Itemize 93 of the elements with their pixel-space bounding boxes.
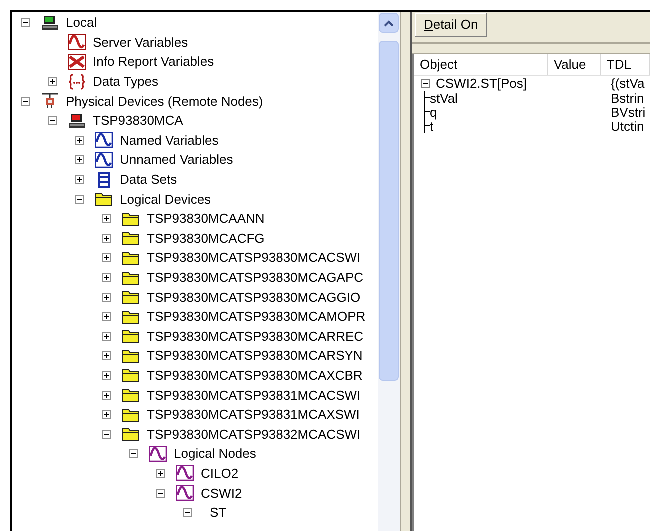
tree-item-label[interactable]: Data Sets xyxy=(120,173,178,186)
collapse-icon[interactable] xyxy=(21,18,30,28)
collapse-icon[interactable] xyxy=(75,194,84,204)
collapse-icon[interactable] xyxy=(129,449,138,458)
tree-item-label[interactable]: CSWI2 xyxy=(201,486,242,500)
expand-icon[interactable] xyxy=(102,292,111,302)
folder-icon xyxy=(122,426,140,442)
wave-icon xyxy=(95,152,113,168)
tree-item-label[interactable]: Info Report Variables xyxy=(93,55,214,68)
scrollbar[interactable] xyxy=(378,12,400,531)
collapse-icon[interactable] xyxy=(421,79,430,88)
expand-icon[interactable] xyxy=(48,77,57,86)
table-cell-text: Bstrin xyxy=(610,92,644,104)
expand-icon[interactable] xyxy=(102,214,111,224)
tree-item-label[interactable]: Data Types xyxy=(93,75,159,88)
computer-icon xyxy=(41,14,59,31)
tree-item-label[interactable]: CILO2 xyxy=(201,466,239,480)
folder-icon xyxy=(122,348,140,364)
object-name: q xyxy=(430,106,438,118)
cross-wave-icon xyxy=(68,54,86,70)
tree-item-label[interactable]: TSP93830MCATSP93830MCAXCBR xyxy=(147,368,363,382)
folder-icon xyxy=(122,328,140,344)
tree-item-label[interactable]: TSP93830MCATSP93831MCAXSWI xyxy=(147,408,360,422)
tree-item-label[interactable]: TSP93830MCA xyxy=(93,114,184,128)
tree-item-label[interactable]: TSP93830MCATSP93830MCAGGIO xyxy=(147,290,361,304)
tree-item-label[interactable]: Server Variables xyxy=(93,36,188,49)
tree-item-label[interactable]: TSP93830MCATSP93830MCAMOPR xyxy=(147,310,366,324)
expand-icon[interactable] xyxy=(102,273,111,282)
tree-item-label[interactable]: Named Variables xyxy=(120,134,219,147)
wave-icon xyxy=(95,132,113,148)
table-cell-text: BVstri xyxy=(610,106,646,118)
expand-icon[interactable] xyxy=(102,253,111,262)
folder-icon xyxy=(95,191,113,208)
tree-item-label[interactable]: TSP93830MCATSP93830MCAGAPC xyxy=(147,271,364,284)
tree-item-label[interactable]: Logical Nodes xyxy=(174,447,256,460)
list-icon xyxy=(95,172,113,188)
tree-item-label[interactable]: Logical Devices xyxy=(120,192,212,206)
expand-icon[interactable] xyxy=(75,136,84,145)
folder-icon xyxy=(122,289,140,306)
column-header[interactable]: Object xyxy=(414,54,548,75)
column-header[interactable]: Value xyxy=(548,54,601,75)
computer-icon xyxy=(68,112,86,129)
wave-icon xyxy=(68,34,86,50)
tree-item-label[interactable]: Local xyxy=(66,16,98,30)
expand-icon[interactable] xyxy=(75,175,84,184)
collapse-icon[interactable] xyxy=(102,430,111,439)
detail-on-button[interactable]: Detail On xyxy=(415,13,488,37)
folder-icon xyxy=(122,406,140,423)
tree-item-label[interactable]: TSP93830MCATSP93830MCARSYN xyxy=(147,349,363,362)
tree-item-label[interactable]: TSP93830MCACFG xyxy=(147,232,265,245)
folder-icon xyxy=(122,250,140,266)
expand-icon[interactable] xyxy=(102,410,111,420)
expand-icon[interactable] xyxy=(156,468,165,478)
folder-icon xyxy=(122,230,140,246)
tree-item-label[interactable]: TSP93830MCATSP93832MCACSWI xyxy=(147,428,361,441)
collapse-icon[interactable] xyxy=(183,508,192,518)
scroll-up-button[interactable] xyxy=(379,13,399,33)
column-header[interactable]: TDL xyxy=(600,54,650,75)
folder-icon xyxy=(122,270,140,286)
table-cell-text: Utctin xyxy=(610,120,644,132)
splitter[interactable] xyxy=(400,12,412,531)
tree-item-label[interactable]: TSP93830MCATSP93831MCACSWI xyxy=(147,388,361,402)
object-name: stVal xyxy=(430,92,458,104)
folder-icon xyxy=(122,387,140,404)
expand-icon[interactable] xyxy=(102,234,111,243)
expand-icon[interactable] xyxy=(102,370,111,380)
network-icon xyxy=(41,93,59,110)
wave-icon xyxy=(176,485,194,502)
braces-icon xyxy=(68,74,86,90)
expand-icon[interactable] xyxy=(75,155,84,164)
wave-icon xyxy=(176,465,194,482)
collapse-icon[interactable] xyxy=(48,116,57,126)
tree-item-label[interactable]: ST xyxy=(210,506,227,520)
object-name: t xyxy=(430,120,434,132)
tree-item-label[interactable]: TSP93830MCATSP93830MCARREC xyxy=(147,330,364,343)
folder-icon xyxy=(122,367,140,384)
expand-icon[interactable] xyxy=(102,390,111,400)
object-name: CSWI2.ST[Pos] xyxy=(436,77,528,90)
expand-icon[interactable] xyxy=(102,351,111,360)
scroll-thumb[interactable] xyxy=(379,41,399,381)
tree-item-label[interactable]: Physical Devices (Remote Nodes) xyxy=(66,94,264,108)
folder-icon xyxy=(122,308,140,325)
folder-icon xyxy=(122,210,140,227)
collapse-icon[interactable] xyxy=(156,488,165,498)
expand-icon[interactable] xyxy=(102,312,111,322)
collapse-icon[interactable] xyxy=(21,96,30,106)
table-cell-text: {(stVa xyxy=(610,77,645,90)
caret-up-icon xyxy=(384,20,394,26)
tree-item-label[interactable]: TSP93830MCAANN xyxy=(147,212,265,226)
wave-icon xyxy=(149,446,167,462)
tree-item-label[interactable]: TSP93830MCATSP93830MCACSWI xyxy=(147,251,361,264)
expand-icon[interactable] xyxy=(102,332,111,341)
tree-item-label[interactable]: Unnamed Variables xyxy=(120,153,234,166)
